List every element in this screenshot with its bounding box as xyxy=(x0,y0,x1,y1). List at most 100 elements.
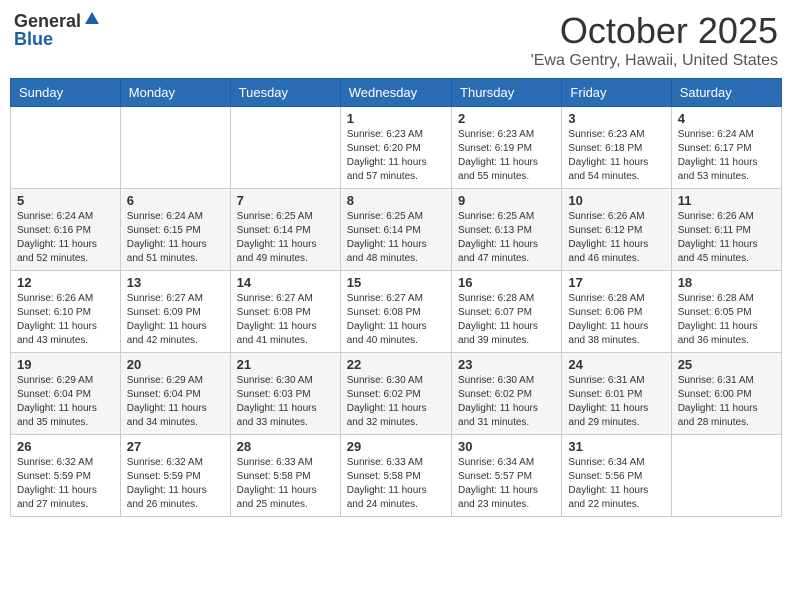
calendar-cell: 11 Sunrise: 6:26 AM Sunset: 6:11 PM Dayli… xyxy=(671,189,781,271)
week-row-5: 26 Sunrise: 6:32 AM Sunset: 5:59 PM Dayli… xyxy=(11,435,782,517)
day-number: 26 xyxy=(17,439,114,454)
weekday-header-friday: Friday xyxy=(562,79,671,107)
day-info: Sunrise: 6:30 AM Sunset: 6:03 PM Dayligh… xyxy=(237,374,334,430)
day-info: Sunrise: 6:26 AM Sunset: 6:10 PM Dayligh… xyxy=(17,292,114,348)
day-info: Sunrise: 6:31 AM Sunset: 6:00 PM Dayligh… xyxy=(678,374,775,430)
calendar-cell: 17 Sunrise: 6:28 AM Sunset: 6:06 PM Dayli… xyxy=(562,271,671,353)
day-number: 3 xyxy=(568,111,664,126)
day-number: 13 xyxy=(127,275,224,290)
calendar-cell: 27 Sunrise: 6:32 AM Sunset: 5:59 PM Dayli… xyxy=(120,435,230,517)
day-info: Sunrise: 6:24 AM Sunset: 6:17 PM Dayligh… xyxy=(678,128,775,184)
day-number: 1 xyxy=(347,111,445,126)
calendar-cell: 4 Sunrise: 6:24 AM Sunset: 6:17 PM Daylig… xyxy=(671,107,781,189)
calendar-cell: 23Sunrise: 6:30 AM Sunset: 6:02 PM Dayli… xyxy=(452,353,562,435)
calendar-cell: 22Sunrise: 6:30 AM Sunset: 6:02 PM Dayli… xyxy=(340,353,451,435)
day-info: Sunrise: 6:26 AM Sunset: 6:11 PM Dayligh… xyxy=(678,210,775,266)
weekday-header-monday: Monday xyxy=(120,79,230,107)
calendar-cell: 5 Sunrise: 6:24 AM Sunset: 6:16 PM Daylig… xyxy=(11,189,121,271)
calendar-cell: 25 Sunrise: 6:31 AM Sunset: 6:00 PM Dayli… xyxy=(671,353,781,435)
calendar-cell: 16 Sunrise: 6:28 AM Sunset: 6:07 PM Dayli… xyxy=(452,271,562,353)
calendar-cell xyxy=(120,107,230,189)
day-number: 8 xyxy=(347,193,445,208)
day-number: 18 xyxy=(678,275,775,290)
day-number: 4 xyxy=(678,111,775,126)
day-info: Sunrise: 6:34 AM Sunset: 5:56 PM Dayligh… xyxy=(568,456,664,512)
calendar-cell: 19 Sunrise: 6:29 AM Sunset: 6:04 PM Dayli… xyxy=(11,353,121,435)
day-number: 10 xyxy=(568,193,664,208)
day-info: Sunrise: 6:27 AM Sunset: 6:09 PM Dayligh… xyxy=(127,292,224,348)
day-info: Sunrise: 6:29 AM Sunset: 6:04 PM Dayligh… xyxy=(17,374,114,430)
day-number: 20 xyxy=(127,357,224,372)
logo-blue-text: Blue xyxy=(14,29,53,49)
day-number: 17 xyxy=(568,275,664,290)
day-info: Sunrise: 6:33 AM Sunset: 5:58 PM Dayligh… xyxy=(237,456,334,512)
day-info: Sunrise: 6:23 AM Sunset: 6:20 PM Dayligh… xyxy=(347,128,445,184)
weekday-header-sunday: Sunday xyxy=(11,79,121,107)
calendar-cell: 9Sunrise: 6:25 AM Sunset: 6:13 PM Daylig… xyxy=(452,189,562,271)
calendar-cell: 3 Sunrise: 6:23 AM Sunset: 6:18 PM Daylig… xyxy=(562,107,671,189)
day-info: Sunrise: 6:25 AM Sunset: 6:13 PM Dayligh… xyxy=(458,210,555,266)
calendar-cell: 29 Sunrise: 6:33 AM Sunset: 5:58 PM Dayli… xyxy=(340,435,451,517)
day-info: Sunrise: 6:28 AM Sunset: 6:07 PM Dayligh… xyxy=(458,292,555,348)
week-row-1: 1 Sunrise: 6:23 AM Sunset: 6:20 PM Daylig… xyxy=(11,107,782,189)
day-number: 23 xyxy=(458,357,555,372)
day-info: Sunrise: 6:33 AM Sunset: 5:58 PM Dayligh… xyxy=(347,456,445,512)
week-row-2: 5 Sunrise: 6:24 AM Sunset: 6:16 PM Daylig… xyxy=(11,189,782,271)
weekday-header-row: SundayMondayTuesdayWednesdayThursdayFrid… xyxy=(11,79,782,107)
calendar-cell: 18 Sunrise: 6:28 AM Sunset: 6:05 PM Dayli… xyxy=(671,271,781,353)
day-number: 12 xyxy=(17,275,114,290)
calendar-cell: 15Sunrise: 6:27 AM Sunset: 6:08 PM Dayli… xyxy=(340,271,451,353)
day-number: 29 xyxy=(347,439,445,454)
day-number: 28 xyxy=(237,439,334,454)
day-info: Sunrise: 6:23 AM Sunset: 6:19 PM Dayligh… xyxy=(458,128,555,184)
logo: General Blue xyxy=(14,10,101,50)
weekday-header-saturday: Saturday xyxy=(671,79,781,107)
day-number: 5 xyxy=(17,193,114,208)
day-info: Sunrise: 6:32 AM Sunset: 5:59 PM Dayligh… xyxy=(17,456,114,512)
day-number: 15 xyxy=(347,275,445,290)
calendar-cell xyxy=(230,107,340,189)
calendar-cell: 21Sunrise: 6:30 AM Sunset: 6:03 PM Dayli… xyxy=(230,353,340,435)
day-info: Sunrise: 6:24 AM Sunset: 6:16 PM Dayligh… xyxy=(17,210,114,266)
calendar-cell: 7Sunrise: 6:25 AM Sunset: 6:14 PM Daylig… xyxy=(230,189,340,271)
calendar-cell xyxy=(11,107,121,189)
day-number: 24 xyxy=(568,357,664,372)
week-row-3: 12 Sunrise: 6:26 AM Sunset: 6:10 PM Dayli… xyxy=(11,271,782,353)
week-row-4: 19 Sunrise: 6:29 AM Sunset: 6:04 PM Dayli… xyxy=(11,353,782,435)
day-number: 19 xyxy=(17,357,114,372)
calendar-cell xyxy=(671,435,781,517)
day-number: 31 xyxy=(568,439,664,454)
calendar-cell: 8 Sunrise: 6:25 AM Sunset: 6:14 PM Daylig… xyxy=(340,189,451,271)
day-info: Sunrise: 6:28 AM Sunset: 6:05 PM Dayligh… xyxy=(678,292,775,348)
calendar-cell: 24Sunrise: 6:31 AM Sunset: 6:01 PM Dayli… xyxy=(562,353,671,435)
day-info: Sunrise: 6:24 AM Sunset: 6:15 PM Dayligh… xyxy=(127,210,224,266)
day-number: 11 xyxy=(678,193,775,208)
weekday-header-thursday: Thursday xyxy=(452,79,562,107)
day-info: Sunrise: 6:34 AM Sunset: 5:57 PM Dayligh… xyxy=(458,456,555,512)
day-info: Sunrise: 6:25 AM Sunset: 6:14 PM Dayligh… xyxy=(347,210,445,266)
day-info: Sunrise: 6:29 AM Sunset: 6:04 PM Dayligh… xyxy=(127,374,224,430)
page-header: General Blue October 2025 'Ewa Gentry, H… xyxy=(10,10,782,70)
weekday-header-wednesday: Wednesday xyxy=(340,79,451,107)
calendar-cell: 31 Sunrise: 6:34 AM Sunset: 5:56 PM Dayli… xyxy=(562,435,671,517)
day-number: 27 xyxy=(127,439,224,454)
calendar-cell: 1 Sunrise: 6:23 AM Sunset: 6:20 PM Daylig… xyxy=(340,107,451,189)
calendar-cell: 10 Sunrise: 6:26 AM Sunset: 6:12 PM Dayli… xyxy=(562,189,671,271)
calendar-cell: 30 Sunrise: 6:34 AM Sunset: 5:57 PM Dayli… xyxy=(452,435,562,517)
logo-icon xyxy=(83,10,101,28)
day-info: Sunrise: 6:32 AM Sunset: 5:59 PM Dayligh… xyxy=(127,456,224,512)
day-info: Sunrise: 6:25 AM Sunset: 6:14 PM Dayligh… xyxy=(237,210,334,266)
day-number: 25 xyxy=(678,357,775,372)
day-info: Sunrise: 6:27 AM Sunset: 6:08 PM Dayligh… xyxy=(237,292,334,348)
calendar-cell: 6Sunrise: 6:24 AM Sunset: 6:15 PM Daylig… xyxy=(120,189,230,271)
day-number: 30 xyxy=(458,439,555,454)
calendar-cell: 20 Sunrise: 6:29 AM Sunset: 6:04 PM Dayli… xyxy=(120,353,230,435)
calendar-cell: 26 Sunrise: 6:32 AM Sunset: 5:59 PM Dayli… xyxy=(11,435,121,517)
day-info: Sunrise: 6:26 AM Sunset: 6:12 PM Dayligh… xyxy=(568,210,664,266)
day-info: Sunrise: 6:28 AM Sunset: 6:06 PM Dayligh… xyxy=(568,292,664,348)
day-info: Sunrise: 6:23 AM Sunset: 6:18 PM Dayligh… xyxy=(568,128,664,184)
day-number: 16 xyxy=(458,275,555,290)
calendar-cell: 28 Sunrise: 6:33 AM Sunset: 5:58 PM Dayli… xyxy=(230,435,340,517)
calendar-table: SundayMondayTuesdayWednesdayThursdayFrid… xyxy=(10,78,782,517)
location-title: 'Ewa Gentry, Hawaii, United States xyxy=(531,52,778,70)
